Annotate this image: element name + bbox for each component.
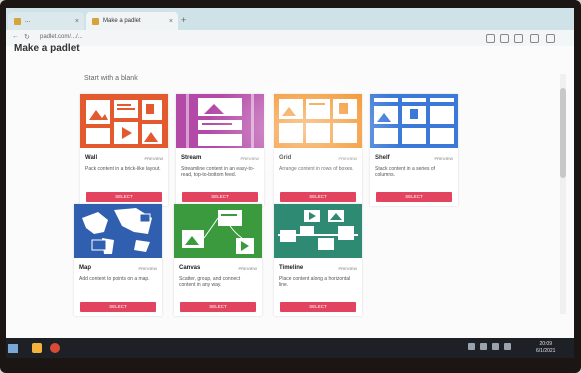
browser-tab[interactable]: ... ×	[8, 12, 84, 30]
layout-card-grid[interactable]: Grid PREVIEW Arrange content in rows of …	[274, 94, 362, 206]
layout-card-map[interactable]: Map PREVIEW Add content to points on a m…	[74, 204, 162, 316]
extension-icon[interactable]	[486, 34, 495, 43]
stream-thumbnail	[176, 94, 264, 148]
preview-link[interactable]: PREVIEW	[239, 266, 257, 271]
system-clock[interactable]: 20:09 6/1/2021	[536, 341, 555, 355]
preview-link[interactable]: PREVIEW	[145, 156, 163, 161]
card-description: Stack content in a series of columns.	[375, 166, 436, 178]
layout-card-wall[interactable]: Wall PREVIEW Pack content in a brick-lik…	[80, 94, 168, 206]
card-description: Arrange content in rows of boxes.	[279, 166, 354, 172]
browser-tab-active[interactable]: Make a padlet ×	[86, 12, 178, 30]
layout-card-canvas[interactable]: Canvas PREVIEW Scatter, group, and conne…	[174, 204, 262, 316]
select-button[interactable]: SELECT	[182, 192, 258, 202]
select-button[interactable]: SELECT	[280, 302, 356, 312]
chrome-icon[interactable]	[50, 343, 60, 353]
volume-icon[interactable]	[492, 343, 499, 350]
layout-card-shelf[interactable]: Shelf PREVIEW Stack content in a series …	[370, 94, 458, 206]
card-title: Canvas	[179, 265, 201, 271]
card-title: Shelf	[375, 155, 390, 161]
battery-icon[interactable]	[504, 343, 511, 350]
extension-icon[interactable]	[500, 34, 509, 43]
network-icon[interactable]	[480, 343, 487, 350]
back-icon[interactable]: ←	[12, 33, 19, 40]
select-button[interactable]: SELECT	[180, 302, 256, 312]
tab-label: Make a padlet	[103, 18, 141, 24]
card-title: Grid	[279, 155, 292, 161]
preview-link[interactable]: PREVIEW	[241, 156, 259, 161]
close-tab-icon[interactable]: ×	[169, 18, 173, 25]
new-tab-button[interactable]: +	[181, 15, 186, 25]
select-button[interactable]: SELECT	[80, 302, 156, 312]
card-description: Pack content in a brick-like layout.	[85, 166, 161, 172]
clock-time: 20:09	[539, 341, 552, 347]
url-field[interactable]: padlet.com/.../...	[40, 34, 83, 40]
select-button[interactable]: SELECT	[280, 192, 356, 202]
file-explorer-icon[interactable]	[32, 343, 42, 353]
page-title: Make a padlet	[14, 43, 80, 54]
windows-taskbar: 20:09 6/1/2021	[6, 338, 574, 358]
card-title: Map	[79, 265, 91, 271]
preview-link[interactable]: PREVIEW	[339, 156, 357, 161]
close-tab-icon[interactable]: ×	[75, 18, 79, 25]
card-title: Stream	[181, 155, 202, 161]
tray-icon[interactable]	[468, 343, 475, 350]
preview-link[interactable]: PREVIEW	[435, 156, 453, 161]
browser-window: ... × Make a padlet × + ← ↻ padlet.com/.…	[6, 8, 574, 338]
card-description: Add content to points on a map.	[79, 276, 150, 282]
laptop-screen-photo: ... × Make a padlet × + ← ↻ padlet.com/.…	[0, 0, 581, 373]
canvas-thumbnail	[174, 204, 262, 258]
shelf-thumbnail	[370, 94, 458, 148]
tab-label: ...	[25, 18, 31, 24]
profile-icon[interactable]	[530, 34, 539, 43]
scrollbar[interactable]	[560, 74, 566, 314]
grid-thumbnail	[274, 94, 362, 148]
favicon-icon	[92, 17, 99, 25]
card-title: Wall	[85, 155, 98, 161]
map-thumbnail	[74, 204, 162, 258]
select-button[interactable]: SELECT	[376, 192, 452, 202]
extension-icon[interactable]	[514, 34, 523, 43]
section-heading: Start with a blank	[84, 75, 138, 82]
card-description: Scatter, group, and connect content in a…	[179, 276, 241, 288]
start-icon[interactable]	[8, 344, 18, 353]
tab-bar: ... × Make a padlet × +	[6, 8, 574, 30]
favicon-icon	[14, 17, 21, 25]
scrollbar-thumb[interactable]	[560, 88, 566, 178]
timeline-thumbnail	[274, 204, 362, 258]
wall-thumbnail	[80, 94, 168, 148]
card-description: Streamline content in an easy-to-read, t…	[181, 166, 255, 178]
address-bar: ← ↻ padlet.com/.../...	[6, 30, 574, 46]
layout-card-stream[interactable]: Stream PREVIEW Streamline content in an …	[176, 94, 264, 206]
menu-icon[interactable]	[546, 34, 555, 43]
preview-link[interactable]: PREVIEW	[139, 266, 157, 271]
reload-icon[interactable]: ↻	[24, 33, 30, 41]
layout-card-timeline[interactable]: Timeline PREVIEW Place content along a h…	[274, 204, 362, 316]
select-button[interactable]: SELECT	[86, 192, 162, 202]
preview-link[interactable]: PREVIEW	[339, 266, 357, 271]
card-description: Place content along a horizontal line.	[279, 276, 351, 288]
card-title: Timeline	[279, 265, 304, 271]
clock-date: 6/1/2021	[536, 348, 556, 354]
